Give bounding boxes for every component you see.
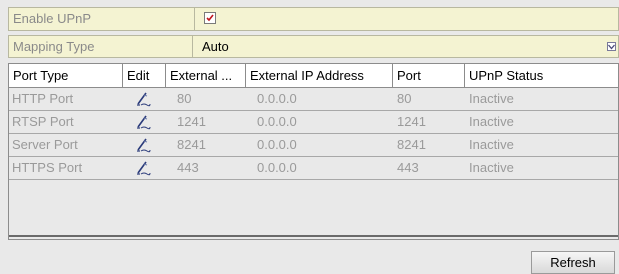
cell-upnp-status: Inactive <box>469 91 514 106</box>
mapping-type-select[interactable]: Auto <box>202 36 229 57</box>
cell-external-port: 8241 <box>177 137 206 152</box>
check-icon <box>206 14 214 22</box>
cell-port-type: HTTP Port <box>12 91 74 106</box>
cell-port: 8241 <box>397 137 426 152</box>
cell-upnp-status: Inactive <box>469 114 514 129</box>
table-row[interactable]: RTSP Port 1241 0.0.0.0 1241 Inactive <box>9 111 618 134</box>
table-row[interactable]: Server Port 8241 0.0.0.0 8241 Inactive <box>9 134 618 157</box>
table-row[interactable]: HTTPS Port 443 0.0.0.0 443 Inactive <box>9 157 618 180</box>
pencil-icon[interactable] <box>135 137 151 153</box>
chevron-down-icon[interactable] <box>607 42 616 51</box>
cell-port: 80 <box>397 91 412 106</box>
table-header: Port Type Edit External ... External IP … <box>9 64 618 88</box>
port-mapping-table: Port Type Edit External ... External IP … <box>8 63 619 240</box>
cell-port: 443 <box>397 160 419 175</box>
cell-external-port: 443 <box>177 160 199 175</box>
refresh-button[interactable]: Refresh <box>531 251 615 274</box>
mapping-type-row: Mapping Type Auto <box>8 35 619 58</box>
cell-external-port: 80 <box>177 91 192 106</box>
table-row[interactable]: HTTP Port 80 0.0.0.0 80 Inactive <box>9 88 618 111</box>
enable-upnp-label: Enable UPnP <box>9 8 195 30</box>
cell-upnp-status: Inactive <box>469 137 514 152</box>
header-external-ip[interactable]: External IP Address <box>246 64 393 87</box>
cell-external-ip: 0.0.0.0 <box>257 160 297 175</box>
pencil-icon[interactable] <box>135 160 151 176</box>
cell-upnp-status: Inactive <box>469 160 514 175</box>
cell-port: 1241 <box>397 114 426 129</box>
header-port-type[interactable]: Port Type <box>9 64 123 87</box>
pencil-icon[interactable] <box>135 91 151 107</box>
cell-external-ip: 0.0.0.0 <box>257 137 297 152</box>
cell-port-type: HTTPS Port <box>12 160 83 175</box>
header-port[interactable]: Port <box>393 64 465 87</box>
pencil-icon[interactable] <box>135 114 151 130</box>
upnp-settings-panel: Enable UPnP Mapping Type Auto Port Type … <box>0 0 619 274</box>
header-upnp-status[interactable]: UPnP Status <box>465 64 618 87</box>
cell-external-ip: 0.0.0.0 <box>257 91 297 106</box>
cell-external-ip: 0.0.0.0 <box>257 114 297 129</box>
cell-port-type: Server Port <box>12 137 78 152</box>
enable-upnp-row: Enable UPnP <box>8 7 619 31</box>
header-external-port[interactable]: External ... <box>166 64 246 87</box>
table-body-area: Port Type Edit External ... External IP … <box>9 64 618 237</box>
cell-port-type: RTSP Port <box>12 114 74 129</box>
mapping-type-label: Mapping Type <box>9 36 193 57</box>
cell-external-port: 1241 <box>177 114 206 129</box>
enable-upnp-checkbox[interactable] <box>204 12 216 24</box>
header-edit[interactable]: Edit <box>123 64 166 87</box>
